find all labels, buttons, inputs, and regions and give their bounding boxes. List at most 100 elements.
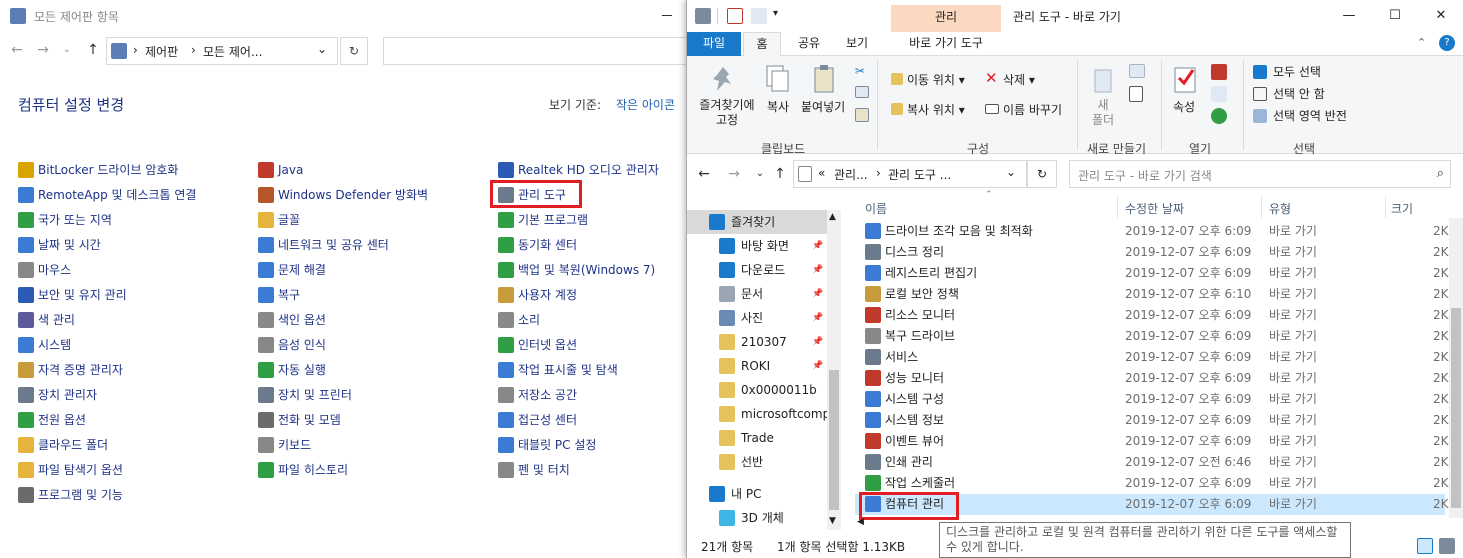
paste-icon[interactable] <box>811 64 839 94</box>
nav-item[interactable]: microsoftcompa <box>687 402 827 426</box>
search-icon[interactable]: ⌕ <box>1437 166 1444 181</box>
control-panel-item[interactable]: 날짜 및 시간 <box>18 235 101 255</box>
cp-address-bar[interactable]: › 제어판 › 모든 제어... ⌄ <box>106 37 338 65</box>
control-panel-item[interactable]: 태블릿 PC 설정 <box>498 435 596 455</box>
control-panel-item[interactable]: RemoteApp 및 데스크톱 연결 <box>18 185 196 205</box>
control-panel-item[interactable]: 색인 옵션 <box>258 310 326 330</box>
nav-item[interactable]: 사진 📌 <box>687 306 827 330</box>
recent-locations-chevron-icon[interactable]: ⌄ <box>751 163 769 185</box>
breadcrumb-item[interactable]: 제어판 <box>145 43 178 60</box>
file-row[interactable]: 로컬 보안 정책 2019-12-07 오후 6:10 바로 가기 2K <box>855 284 1449 305</box>
breadcrumb-overflow[interactable]: « <box>818 166 825 180</box>
nav-item[interactable]: 내 PC <box>687 482 827 506</box>
control-panel-item[interactable]: 파일 히스토리 <box>258 460 348 480</box>
column-header-name[interactable]: 이름 <box>865 200 887 217</box>
control-panel-item[interactable]: 전원 옵션 <box>18 410 86 430</box>
column-header-date[interactable]: 수정한 날짜 <box>1125 200 1184 217</box>
nav-item[interactable]: 다운로드 📌 <box>687 258 827 282</box>
control-panel-item[interactable]: Realtek HD 오디오 관리자 <box>498 160 659 180</box>
close-button[interactable]: ✕ <box>1418 0 1463 32</box>
control-panel-item[interactable]: 네트워크 및 공유 센터 <box>258 235 389 255</box>
control-panel-item[interactable]: 파일 탐색기 옵션 <box>18 460 123 480</box>
address-dropdown-icon[interactable]: ⌄ <box>1006 165 1016 179</box>
edit-icon[interactable] <box>1211 86 1227 102</box>
scroll-thumb[interactable] <box>829 370 839 510</box>
tab-shortcut-tools[interactable]: 바로 가기 도구 <box>895 32 997 56</box>
tab-home[interactable]: 홈 <box>743 32 781 57</box>
control-panel-item[interactable]: 자동 실행 <box>258 360 326 380</box>
select-all-button[interactable]: 모두 선택 <box>1273 63 1321 80</box>
copy-button[interactable]: 복사 <box>767 98 789 115</box>
back-arrow-icon[interactable]: ← <box>695 163 713 185</box>
control-panel-item[interactable]: BitLocker 드라이브 암호화 <box>18 160 178 180</box>
tab-view[interactable]: 보기 <box>837 32 877 56</box>
control-panel-item[interactable]: 음성 인식 <box>258 335 326 355</box>
new-folder-button[interactable]: 새 폴더 <box>1089 98 1117 128</box>
control-panel-item[interactable]: 프로그램 및 기능 <box>18 485 123 505</box>
minimize-button[interactable] <box>658 5 678 25</box>
control-panel-item[interactable]: 전화 및 모뎀 <box>258 410 341 430</box>
breadcrumb-item[interactable]: 모든 제어... <box>203 43 262 60</box>
quick-access-dropdown-icon[interactable]: ▾ <box>773 8 778 19</box>
open-icon[interactable] <box>1211 64 1227 80</box>
scroll-up-icon[interactable]: ▲ <box>829 212 836 222</box>
control-panel-item[interactable]: 문제 해결 <box>258 260 326 280</box>
file-row[interactable]: 복구 드라이브 2019-12-07 오후 6:09 바로 가기 2K <box>855 326 1449 347</box>
new-folder-icon[interactable] <box>1089 64 1117 94</box>
new-folder-quick-icon[interactable] <box>751 8 767 24</box>
minimize-button[interactable]: — <box>1326 0 1372 32</box>
tab-share[interactable]: 공유 <box>789 32 829 56</box>
details-view-icon[interactable] <box>1417 538 1433 554</box>
move-to-button[interactable]: 이동 위치 ▾ <box>907 71 965 88</box>
control-panel-item[interactable]: 자격 증명 관리자 <box>18 360 123 380</box>
column-header-size[interactable]: 크기 <box>1391 200 1413 217</box>
paste-shortcut-icon[interactable] <box>855 108 869 122</box>
forward-arrow-icon[interactable]: → <box>34 39 52 61</box>
paste-button[interactable]: 붙여넣기 <box>801 98 845 115</box>
invert-selection-button[interactable]: 선택 영역 반전 <box>1273 107 1347 124</box>
control-panel-item[interactable]: 키보드 <box>258 435 311 455</box>
nav-item[interactable]: 바탕 화면 📌 <box>687 234 827 258</box>
control-panel-item[interactable]: 동기화 센터 <box>498 235 577 255</box>
nav-item[interactable]: ROKI 📌 <box>687 354 827 378</box>
help-icon[interactable]: ? <box>1439 35 1455 51</box>
back-arrow-icon[interactable]: ← <box>8 39 26 61</box>
control-panel-item[interactable]: 복구 <box>258 285 300 305</box>
properties-icon[interactable] <box>1171 64 1199 94</box>
scroll-down-icon[interactable]: ▼ <box>829 516 836 526</box>
file-row[interactable]: 리소스 모니터 2019-12-07 오후 6:09 바로 가기 2K <box>855 305 1449 326</box>
control-panel-item[interactable]: 글꼴 <box>258 210 300 230</box>
checkbox-quick-icon[interactable] <box>727 8 743 24</box>
control-panel-item[interactable]: 기본 프로그램 <box>498 210 588 230</box>
copy-icon[interactable] <box>763 64 791 94</box>
nav-item[interactable]: Trade <box>687 426 827 450</box>
up-arrow-icon[interactable]: ↑ <box>771 163 789 185</box>
control-panel-item[interactable]: 저장소 공간 <box>498 385 577 405</box>
nav-item[interactable]: 0x0000011b <box>687 378 827 402</box>
cut-icon[interactable]: ✂ <box>855 64 865 78</box>
rename-button[interactable]: 이름 바꾸기 <box>1003 101 1062 118</box>
properties-quick-icon[interactable] <box>695 8 711 24</box>
file-list-scrollbar[interactable] <box>1449 218 1463 518</box>
ex-address-bar[interactable]: « 관리... › 관리 도구 ... ⌄ <box>793 160 1027 188</box>
control-panel-item[interactable]: 인터넷 옵션 <box>498 335 577 355</box>
navigation-pane-scrollbar[interactable]: ▲ ▼ <box>827 210 841 530</box>
delete-button[interactable]: 삭제 ▾ <box>1003 71 1035 88</box>
control-panel-item[interactable]: 펜 및 터치 <box>498 460 570 480</box>
control-panel-item[interactable]: Java <box>258 160 303 180</box>
control-panel-item[interactable]: 백업 및 복원(Windows 7) <box>498 260 655 280</box>
control-panel-item[interactable]: 장치 관리자 <box>18 385 97 405</box>
column-divider[interactable] <box>1385 196 1386 218</box>
file-row[interactable]: 인쇄 관리 2019-12-07 오전 6:46 바로 가기 2K <box>855 452 1449 473</box>
control-panel-item[interactable]: 장치 및 프린터 <box>258 385 352 405</box>
refresh-button[interactable]: ↻ <box>340 37 368 65</box>
pin-to-quick-access-button[interactable]: 즐겨찾기에 고정 <box>693 98 761 128</box>
file-row[interactable]: 서비스 2019-12-07 오후 6:09 바로 가기 2K <box>855 347 1449 368</box>
address-dropdown-icon[interactable]: ⌄ <box>317 42 327 56</box>
maximize-button[interactable]: ☐ <box>1372 0 1418 32</box>
control-panel-item[interactable]: 마우스 <box>18 260 71 280</box>
control-panel-item[interactable]: 색 관리 <box>18 310 75 330</box>
ex-search-box[interactable]: 관리 도구 - 바로 가기 검색 ⌕ <box>1069 160 1451 188</box>
control-panel-item[interactable]: 시스템 <box>18 335 71 355</box>
control-panel-item[interactable]: 클라우드 폴더 <box>18 435 108 455</box>
